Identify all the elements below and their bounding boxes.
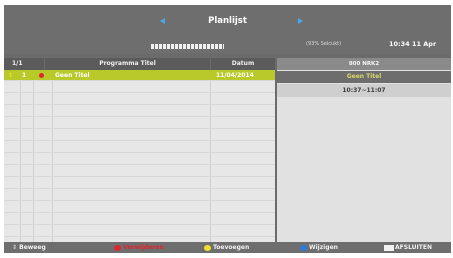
table-row[interactable] xyxy=(4,178,275,189)
program-title: Geen Titel xyxy=(55,72,90,79)
red-key-icon xyxy=(114,244,121,251)
table-row[interactable] xyxy=(4,226,275,237)
channel-name: 800 NRK2 xyxy=(277,58,451,70)
table-row[interactable] xyxy=(4,118,275,129)
details-panel: 800 NRK2 Geen Titel 10:37~11:07 xyxy=(277,58,451,242)
next-arrow-icon[interactable] xyxy=(298,18,303,24)
clock: 10:34 11 Apr xyxy=(389,40,437,48)
add-button[interactable]: Toevoegen xyxy=(204,242,249,253)
row-number: 1 xyxy=(22,72,27,79)
yellow-key-icon xyxy=(204,244,211,251)
footer-legend: ⇕ Beweeg Verwijderen Toevoegen Wijzigen … xyxy=(4,242,451,253)
column-header-program: Programma Titel xyxy=(45,58,210,70)
exit-button[interactable]: AFSLUITEN xyxy=(384,242,432,253)
table-row[interactable] xyxy=(4,142,275,153)
table-row[interactable] xyxy=(4,190,275,201)
program-date: 11/04/2014 xyxy=(216,72,254,79)
time-range: 10:37~11:07 xyxy=(277,84,451,97)
table-row[interactable] xyxy=(4,202,275,213)
column-header-date: Datum xyxy=(211,58,275,70)
planner-screen: Planlijst (93% Selcukt) 10:34 11 Apr 1/1… xyxy=(4,5,451,253)
table-row[interactable] xyxy=(4,106,275,117)
blue-key-icon xyxy=(300,244,307,251)
table-row[interactable] xyxy=(4,82,275,93)
selected-info: (93% Selcukt) xyxy=(306,41,342,47)
column-header-index: 1/1 xyxy=(4,58,44,70)
table-row[interactable]: ↕ 1 Geen Titel 11/04/2014 xyxy=(4,70,275,81)
schedule-list: ↕ 1 Geen Titel 11/04/2014 xyxy=(4,70,275,242)
delete-button[interactable]: Verwijderen xyxy=(114,242,164,253)
move-hint[interactable]: ⇕ Beweeg xyxy=(12,242,46,253)
record-icon xyxy=(39,73,44,78)
exit-key-icon xyxy=(384,244,394,251)
table-row[interactable] xyxy=(4,214,275,225)
table-row[interactable] xyxy=(4,130,275,141)
table-row[interactable] xyxy=(4,154,275,165)
edit-button[interactable]: Wijzigen xyxy=(300,242,338,253)
progress-bar xyxy=(151,44,224,49)
move-marker-icon: ↕ xyxy=(8,72,14,79)
page-title: Planlijst xyxy=(208,16,247,26)
table-row[interactable] xyxy=(4,166,275,177)
header: Planlijst (93% Selcukt) 10:34 11 Apr xyxy=(4,5,451,54)
arrows-icon: ⇕ xyxy=(12,244,18,251)
detail-program-title: Geen Titel xyxy=(277,71,451,83)
table-row[interactable] xyxy=(4,94,275,105)
